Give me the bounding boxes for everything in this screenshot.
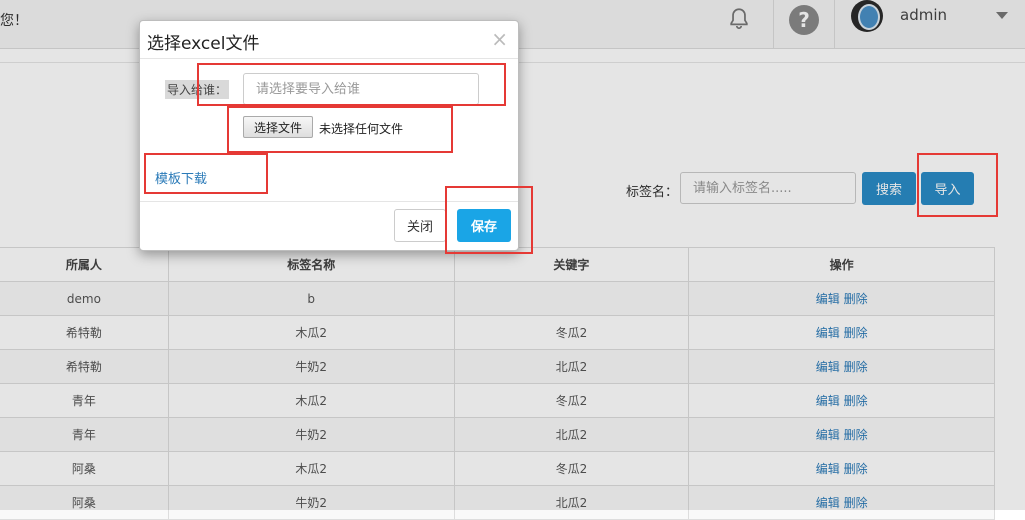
- modal-header-divider: [140, 58, 518, 59]
- close-icon[interactable]: ×: [491, 27, 508, 51]
- annotation-box-save: [445, 186, 533, 254]
- close-button[interactable]: 关闭: [394, 209, 446, 242]
- annotation-box-import: [917, 153, 998, 217]
- annotation-box-import-target: [197, 63, 506, 106]
- annotation-box-template-link: [144, 153, 268, 194]
- annotation-box-file-chooser: [227, 106, 453, 153]
- modal-title: 选择excel文件: [147, 34, 260, 54]
